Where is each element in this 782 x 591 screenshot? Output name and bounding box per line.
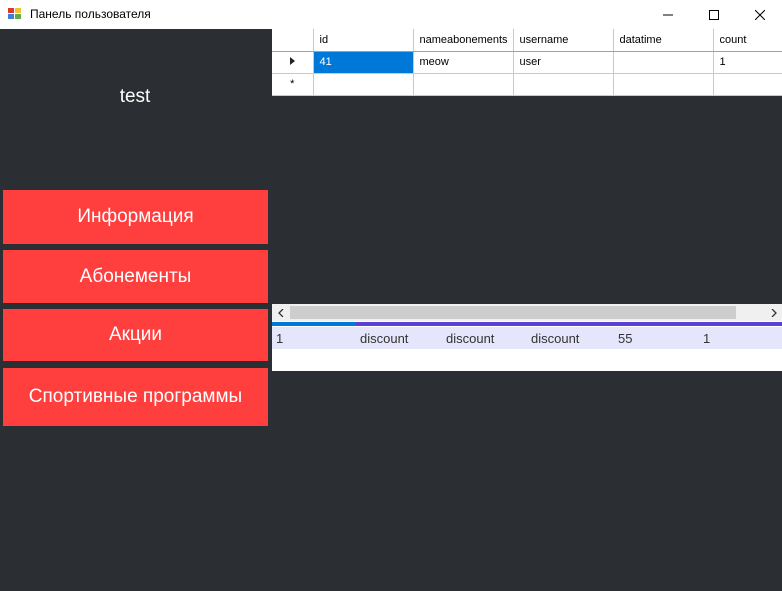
cell-nameabonements[interactable]: meow [413,51,514,74]
new-cell[interactable] [713,73,782,96]
table-row[interactable]: 41 meow user 1 [272,51,782,74]
column-header-id[interactable]: id [313,29,414,52]
column-header-username[interactable]: username [513,29,614,52]
subscriptions-data-grid[interactable]: id nameabonements username datatime coun… [272,29,782,96]
sidebar: test Информация Абонементы Акции Спортив… [0,29,272,591]
list-item[interactable]: 1 discount discount discount 55 1 [272,327,782,349]
cell-username[interactable]: user [513,51,614,74]
list-header-col-1[interactable] [272,322,356,326]
grid-header-row: id nameabonements username datatime coun… [272,29,782,52]
new-cell[interactable] [613,73,714,96]
minimize-button[interactable] [645,0,691,29]
promotions-list-view[interactable]: 1 discount discount discount 55 1 [272,321,782,371]
column-header-datatime[interactable]: datatime [613,29,714,52]
list-cell: discount [531,331,580,346]
promotions-button[interactable]: Акции [3,309,268,361]
chevron-right-icon [771,308,777,317]
chevron-left-icon [277,308,283,317]
sport-programs-button[interactable]: Спортивные программы [3,368,268,426]
title-bar: Панель пользователя [0,0,782,29]
new-cell[interactable] [313,73,414,96]
list-header-col-2[interactable] [356,322,782,326]
list-cell: discount [360,331,409,346]
list-cell: 1 [276,331,284,346]
current-row-arrow-icon [289,57,295,65]
row-header-current[interactable] [272,51,314,74]
list-cell: 1 [703,331,711,346]
new-cell[interactable] [413,73,514,96]
close-button[interactable] [737,0,782,29]
grid-corner-cell[interactable] [272,29,314,52]
cell-id[interactable]: 41 [313,51,414,74]
column-header-nameabonements[interactable]: nameabonements [413,29,514,52]
column-header-count[interactable]: count [713,29,782,52]
cell-count[interactable]: 1 [713,51,782,74]
new-row[interactable]: * [272,73,782,96]
scroll-right-button[interactable] [765,304,782,321]
user-panel-window: Панель пользователя test Информация Абон… [0,0,782,591]
new-row-marker[interactable]: * [272,73,314,96]
user-name-label: test [119,86,151,107]
subscriptions-button[interactable]: Абонементы [3,250,268,303]
scrollbar-thumb[interactable] [290,306,736,319]
app-icon [8,8,21,19]
window-title: Панель пользователя [30,7,151,21]
data-grid-container: id nameabonements username datatime coun… [272,29,782,304]
maximize-button[interactable] [691,0,737,29]
list-cell: 55 [618,331,633,346]
maximize-icon [709,9,719,20]
cell-datatime[interactable] [613,51,714,74]
list-cell: discount [446,331,495,346]
scroll-left-button[interactable] [272,304,289,321]
info-button[interactable]: Информация [3,190,268,244]
new-cell[interactable] [513,73,614,96]
minimize-icon [663,14,673,15]
horizontal-scrollbar[interactable] [272,304,782,321]
close-icon [755,9,765,20]
